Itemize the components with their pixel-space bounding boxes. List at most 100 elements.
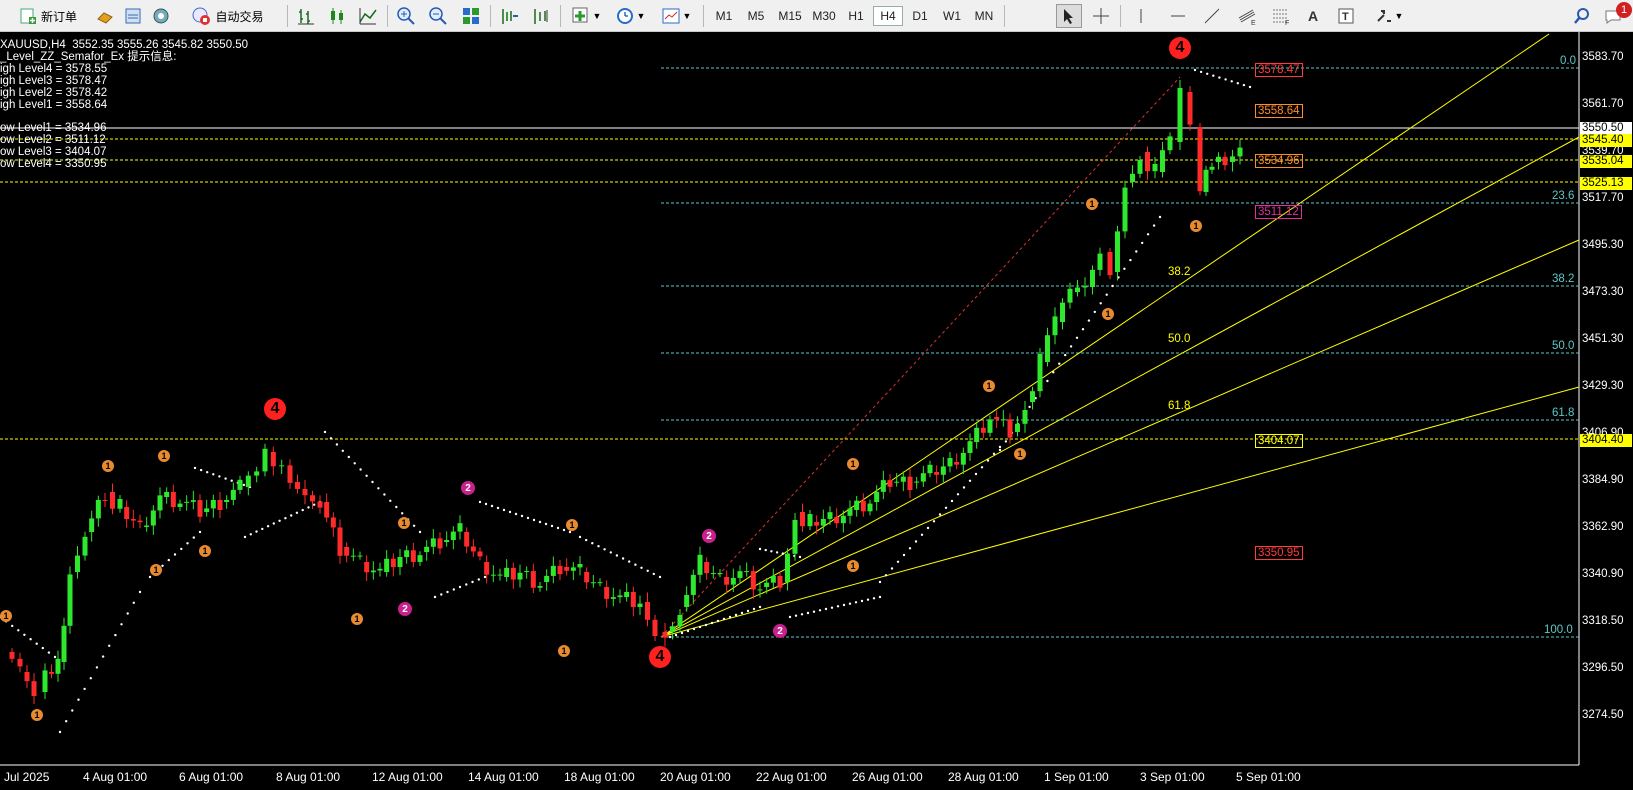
crosshair-button[interactable] [1088, 4, 1114, 28]
vertical-line-button[interactable] [1130, 4, 1152, 28]
price-tick: 3362.90 [1582, 521, 1624, 533]
period-mn[interactable]: MN [969, 6, 999, 26]
indicators-dropdown-icon: ▼ [592, 11, 602, 21]
sar-dot [108, 644, 111, 647]
candle-body [947, 458, 953, 467]
chart-window[interactable]: XAUUSD,H4 3552.35 3555.26 3545.82 3550.5… [0, 32, 1633, 790]
terminal-button[interactable] [122, 4, 144, 28]
zoom-out-button[interactable] [425, 4, 451, 28]
sar-dot [704, 623, 708, 627]
sar-dot [1058, 362, 1061, 365]
indicators-button[interactable]: ▼ [566, 4, 606, 28]
candle-body [880, 480, 886, 492]
search-button[interactable] [1570, 4, 1594, 28]
candle-body [67, 574, 73, 626]
cursor-tool-button[interactable] [1056, 4, 1082, 28]
chart-shift-button[interactable] [496, 4, 522, 28]
fan-line [660, 386, 1580, 638]
market-watch-button[interactable] [94, 4, 116, 28]
navigator-button[interactable] [150, 4, 172, 28]
arrows-button[interactable]: ▼ [1370, 4, 1408, 28]
period-m1[interactable]: M1 [709, 6, 739, 26]
period-h4[interactable]: H4 [873, 6, 903, 26]
notifications-button[interactable]: 1 [1600, 2, 1632, 28]
period-h1[interactable]: H1 [841, 6, 871, 26]
sar-dot [597, 545, 600, 548]
sar-dot [652, 572, 655, 576]
period-d1[interactable]: D1 [905, 6, 935, 26]
semafor-marker-2: 2 [773, 624, 787, 638]
sar-dot [878, 580, 882, 584]
horizontal-line-button[interactable] [1166, 4, 1190, 28]
sar-dot [1004, 440, 1008, 443]
trendline-button[interactable] [1200, 4, 1224, 28]
line-chart-button[interactable] [355, 4, 381, 28]
sar-dot [224, 477, 227, 480]
sar-dot [47, 651, 51, 654]
sar-dot [710, 621, 714, 625]
fib-level-label: 23.6 [1552, 190, 1575, 202]
candle-body [262, 448, 268, 472]
candle-body [1177, 88, 1183, 142]
sar-dot [1081, 328, 1085, 331]
sar-dot [902, 553, 906, 557]
data-window-icon [125, 8, 141, 24]
semafor-marker-1: 1 [558, 645, 570, 657]
periods-button[interactable]: ▼ [612, 4, 648, 28]
candle-body [920, 473, 926, 482]
period-m15[interactable]: M15 [773, 6, 807, 26]
autoscroll-button[interactable] [528, 4, 554, 28]
price-tick: 3517.70 [1582, 192, 1624, 204]
semafor-marker-1: 1 [847, 560, 859, 572]
tile-windows-button[interactable] [458, 4, 484, 28]
sar-dot [848, 602, 852, 605]
time-tick: 12 Aug 01:00 [372, 770, 443, 784]
period-m30[interactable]: M30 [807, 6, 841, 26]
equidistant-channel-button[interactable]: E [1234, 4, 1260, 28]
sar-dot [872, 597, 876, 600]
candle-body [764, 582, 770, 587]
candlestick-icon [331, 8, 343, 24]
candle-body [630, 592, 636, 607]
candle-body [287, 465, 293, 483]
templates-button[interactable]: ▼ [656, 4, 696, 28]
templates-icon [662, 8, 680, 24]
period-w1[interactable]: W1 [937, 6, 967, 26]
semafor-marker-1: 1 [351, 613, 363, 625]
fan-label: 38.2 [1168, 266, 1191, 278]
sar-dot [854, 601, 858, 604]
high-level-1: igh Level1 = 3558.64 [0, 99, 108, 111]
candle-body [710, 573, 716, 575]
candlestick-button[interactable] [324, 4, 350, 28]
candle-body [1152, 164, 1158, 172]
sar-dot [65, 720, 68, 723]
sar-dot [180, 547, 183, 551]
candle-body [1000, 419, 1006, 421]
price-tag: 3525.13 [1580, 177, 1632, 190]
zoom-in-button[interactable] [393, 4, 419, 28]
semafor-marker-1: 1 [847, 458, 859, 470]
fibonacci-button[interactable]: F [1268, 4, 1294, 28]
new-order-button[interactable]: 新订单 [8, 4, 88, 28]
sar-dot [578, 535, 582, 539]
fib-level-label: 0.0 [1560, 55, 1576, 67]
text-label-button[interactable]: T [1334, 4, 1358, 28]
candle-body [960, 452, 966, 465]
candle-body [537, 586, 543, 588]
candle-body [1052, 316, 1058, 336]
candle-body [217, 500, 223, 510]
price-chart[interactable] [0, 32, 1633, 790]
sar-dot [508, 510, 512, 514]
svg-text:T: T [1342, 11, 1349, 23]
candle-body [834, 517, 840, 524]
candle-body [110, 492, 115, 509]
auto-trading-button[interactable]: 自动交易 [180, 4, 275, 28]
price-tick: 3561.70 [1582, 98, 1624, 110]
sar-dot [301, 508, 304, 512]
bar-chart-button[interactable] [293, 4, 319, 28]
sar-dot [734, 613, 738, 617]
text-tool-button[interactable]: A [1302, 4, 1324, 28]
sar-dot [824, 607, 828, 611]
candle-body [1167, 136, 1173, 151]
period-m5[interactable]: M5 [741, 6, 771, 26]
